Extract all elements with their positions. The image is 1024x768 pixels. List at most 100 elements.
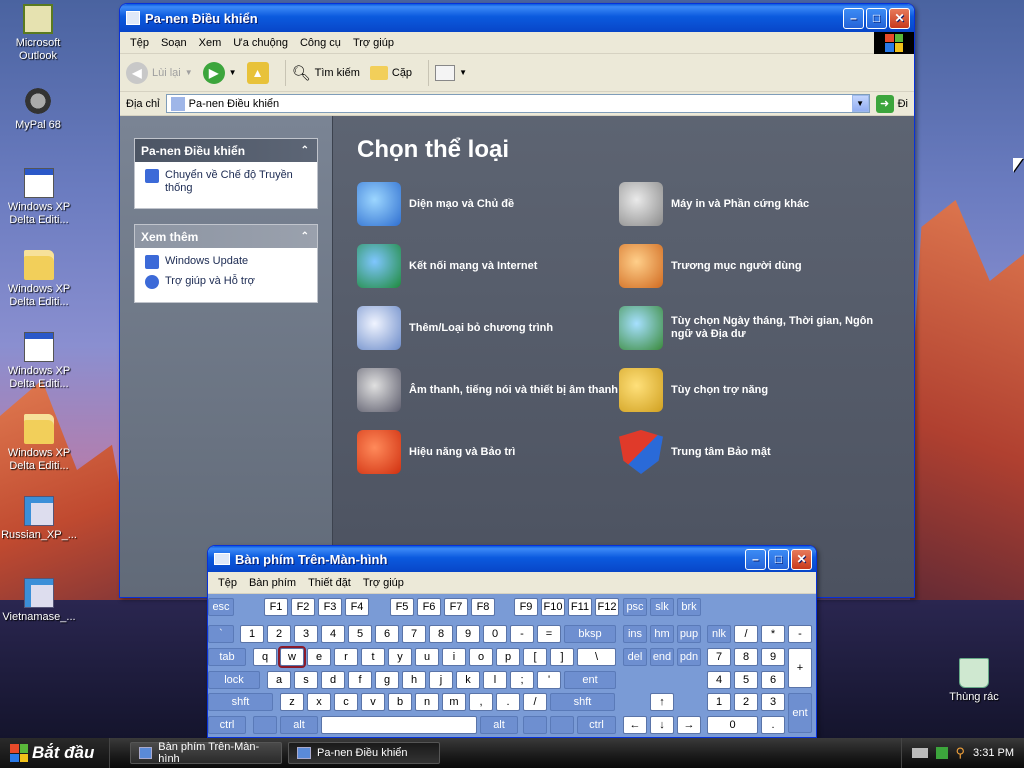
key-7[interactable]: 7 [707,648,731,666]
key-tab[interactable]: tab [208,648,246,666]
key-1[interactable]: 1 [240,625,264,643]
key-9[interactable]: 9 [761,648,785,666]
views-button[interactable]: ▼ [435,64,467,81]
key-F7[interactable]: F7 [444,598,468,616]
key-5[interactable]: 5 [348,625,372,643]
key-m[interactable]: m [442,693,466,711]
category-date-time-language[interactable]: Tùy chọn Ngày tháng, Thời gian, Ngôn ngữ… [619,304,881,352]
key-F10[interactable]: F10 [541,598,565,616]
key-F11[interactable]: F11 [568,598,592,616]
menu-help[interactable]: Trợ giúp [357,577,410,589]
key-=[interactable]: = [537,625,561,643]
key-u[interactable]: u [415,648,439,666]
key-v[interactable]: v [361,693,385,711]
key-y[interactable]: y [388,648,412,666]
close-button[interactable]: ✕ [889,7,910,29]
key-pup[interactable]: pup [677,625,701,643]
key-2[interactable]: 2 [734,693,758,711]
network-tray-icon[interactable] [935,747,948,759]
category-performance-maintenance[interactable]: Hiệu năng và Bảo trì [357,428,619,476]
desktop-icon-xp-delta-1[interactable]: Windows XP Delta Editi... [0,168,78,227]
up-button[interactable]: ▲ [246,61,269,84]
key-0[interactable]: 0 [707,716,758,734]
taskbar-item-keyboard[interactable]: Bàn phím Trên-Màn-hình [130,741,282,765]
desktop-icon-vietnamase[interactable]: Vietnamase_... [0,578,78,624]
menu-file[interactable]: Tệp [212,577,243,589]
menu-file[interactable]: Tệp [124,37,155,49]
key-F1[interactable]: F1 [264,598,288,616]
keyboard-tray-icon[interactable] [911,748,928,758]
key-F4[interactable]: F4 [345,598,369,616]
key-ins[interactable]: ins [623,625,647,643]
key-slk[interactable]: slk [650,598,674,616]
key-nlk[interactable]: nlk [707,625,731,643]
minimize-button[interactable]: – [843,7,864,29]
folders-button[interactable]: Cặp [369,65,412,80]
task-box-header[interactable]: Pa-nen Điều khiển ⌃ [135,139,317,162]
key-*[interactable]: * [761,625,785,643]
key-F9[interactable]: F9 [514,598,538,616]
key-ctrl[interactable]: ctrl [208,716,246,734]
key-3[interactable]: 3 [761,693,785,711]
chevron-up-icon[interactable]: ⌃ [301,231,309,242]
key-F5[interactable]: F5 [390,598,414,616]
key-l[interactable]: l [483,671,507,689]
desktop-icon-xp-delta-3[interactable]: Windows XP Delta Editi... [0,332,78,391]
key-4[interactable]: 4 [707,671,731,689]
control-panel-titlebar[interactable]: Pa-nen Điều khiển – □ ✕ [120,4,914,32]
desktop-icon-xp-delta-2[interactable]: Windows XP Delta Editi... [0,250,78,309]
keyboard-titlebar[interactable]: Bàn phím Trên-Màn-hình – □ ✕ [208,546,816,572]
key-F8[interactable]: F8 [471,598,495,616]
key-↓[interactable]: ↓ [650,716,674,734]
maximize-button[interactable]: □ [768,548,789,570]
key-F6[interactable]: F6 [417,598,441,616]
key-alt[interactable]: alt [480,716,518,734]
search-button[interactable]: 🔍︎ Tìm kiếm [292,64,360,82]
chevron-up-icon[interactable]: ⌃ [301,145,309,156]
key-ctrl[interactable]: ctrl [577,716,616,734]
key-F12[interactable]: F12 [595,598,619,616]
key-end[interactable]: end [650,648,674,666]
close-button[interactable]: ✕ [791,548,812,570]
key-[[interactable]: [ [523,648,547,666]
key-s[interactable]: s [294,671,318,689]
start-button[interactable]: Bắt đầu [0,738,110,768]
key-←[interactable]: ← [623,716,647,734]
key-e[interactable]: e [307,648,331,666]
maximize-button[interactable]: □ [866,7,887,29]
key-4[interactable]: 4 [321,625,345,643]
go-button[interactable]: ➜ Đi [875,94,908,113]
key-lock[interactable]: lock [208,671,260,689]
category-sounds-speech[interactable]: Âm thanh, tiếng nói và thiết bị âm thanh [357,366,619,414]
desktop-icon-xp-delta-4[interactable]: Windows XP Delta Editi... [0,414,78,473]
see-also-header[interactable]: Xem thêm ⌃ [135,225,317,248]
key-c[interactable]: c [334,693,358,711]
key-j[interactable]: j [429,671,453,689]
back-button[interactable]: ◀ Lùi lại ▼ [126,61,193,84]
key-z[interactable]: z [280,693,304,711]
menu-tools[interactable]: Công cụ [294,37,347,49]
key-ent[interactable]: ent [564,671,616,689]
key-][interactable]: ] [550,648,574,666]
key-9[interactable]: 9 [456,625,480,643]
key-1[interactable]: 1 [707,693,731,711]
menu-keyboard[interactable]: Bàn phím [243,577,302,589]
key-F2[interactable]: F2 [291,598,315,616]
search-tray-icon[interactable]: ⚲ [956,745,966,761]
key-g[interactable]: g [375,671,399,689]
key-pdn[interactable]: pdn [677,648,701,666]
key-k[interactable]: k [456,671,480,689]
key-→[interactable]: → [677,716,701,734]
menu-edit[interactable]: Soạn [155,37,193,49]
key-`[interactable]: ` [208,625,234,643]
key-i[interactable]: i [442,648,466,666]
key-hm[interactable]: hm [650,625,674,643]
key-8[interactable]: 8 [734,648,758,666]
windows-update-link[interactable]: Windows Update [145,255,307,269]
key-/[interactable]: / [734,625,758,643]
key-0[interactable]: 0 [483,625,507,643]
category-user-accounts[interactable]: Trương mục người dùng [619,242,881,290]
key-esc[interactable]: esc [208,598,234,616]
key-n[interactable]: n [415,693,439,711]
key--[interactable]: - [510,625,534,643]
